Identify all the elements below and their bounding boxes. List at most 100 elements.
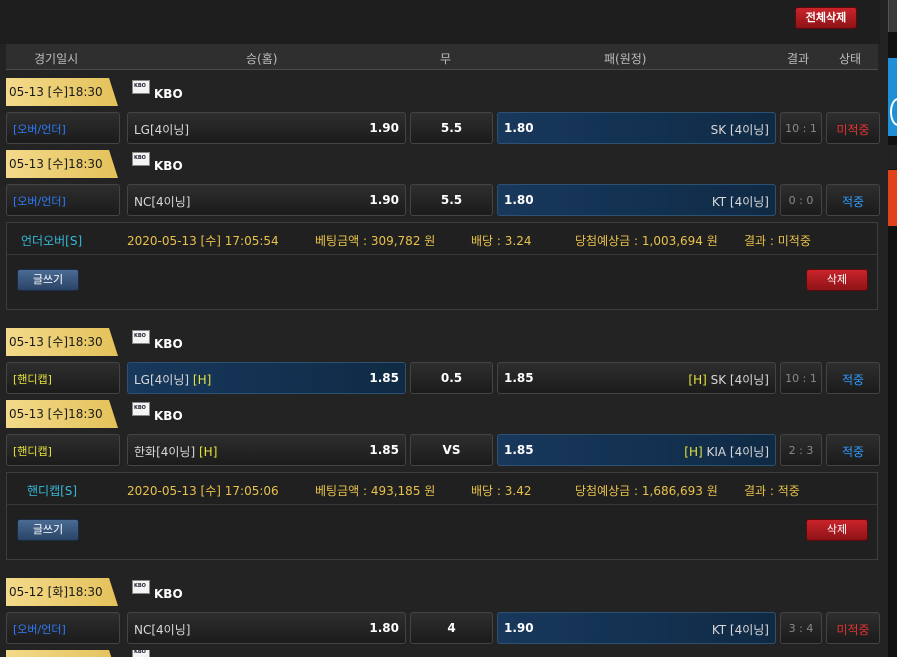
table-header: 경기일시 승(홈) 무 패(원정) 결과 상태 bbox=[6, 44, 878, 70]
home-odds: 1.85 bbox=[369, 443, 399, 457]
away-odds: 1.90 bbox=[504, 621, 534, 635]
home-odds-button[interactable]: LG[4이닝] [H] 1.85 bbox=[127, 362, 406, 394]
game-status: 적중 bbox=[826, 184, 880, 216]
league-label: KBO bbox=[132, 402, 183, 426]
away-team: [H] SK [4이닝] bbox=[688, 373, 769, 387]
away-odds: 1.85 bbox=[504, 443, 534, 457]
bet-summary: 핸디캡[S] 2020-05-13 [수] 17:05:06 베팅금액 : 49… bbox=[6, 472, 878, 560]
bet-summary: 언더오버[S] 2020-05-13 [수] 17:05:54 베팅금액 : 3… bbox=[6, 222, 878, 310]
bet-result: 결과 : 적중 bbox=[744, 484, 800, 498]
bet-amount: 베팅금액 : 309,782 원 bbox=[315, 234, 436, 248]
game-score: 0 : 0 bbox=[780, 184, 822, 216]
write-button[interactable]: 글쓰기 bbox=[17, 269, 79, 291]
league-flag-icon bbox=[132, 330, 150, 344]
league-flag-icon bbox=[132, 152, 150, 166]
bet-summary-type: 언더오버[S] bbox=[21, 234, 83, 248]
write-button[interactable]: 글쓰기 bbox=[17, 519, 79, 541]
draw-button[interactable]: 4 bbox=[410, 612, 493, 644]
bet-datetime: 2020-05-13 [수] 17:05:54 bbox=[127, 234, 279, 248]
delete-button[interactable]: 삭제 bbox=[806, 269, 868, 291]
game-date: 05-13 [수]18:30 bbox=[6, 328, 118, 356]
bet-amount: 베팅금액 : 493,185 원 bbox=[315, 484, 436, 498]
header-home: 승(홈) bbox=[246, 52, 278, 66]
draw-button[interactable]: VS bbox=[410, 434, 493, 466]
game-score: 2 : 3 bbox=[780, 434, 822, 466]
home-team: NC[4이닝] bbox=[134, 195, 191, 209]
draw-button[interactable]: 5.5 bbox=[410, 112, 493, 144]
away-team: KT [4이닝] bbox=[711, 195, 769, 209]
game-date: 05-13 [수]18:30 bbox=[6, 78, 118, 106]
home-odds-button[interactable]: LG[4이닝] 1.90 bbox=[127, 112, 406, 144]
side-banner-orange[interactable] bbox=[888, 170, 897, 226]
away-odds-button[interactable]: 1.85 [H] KIA [4이닝] bbox=[497, 434, 776, 466]
side-banner-blue[interactable] bbox=[888, 58, 897, 136]
away-odds-button[interactable]: 1.85 [H] SK [4이닝] bbox=[497, 362, 776, 394]
away-odds-button[interactable]: 1.80 KT [4이닝] bbox=[497, 184, 776, 216]
league-flag-icon bbox=[132, 402, 150, 416]
league-label-clipped bbox=[132, 650, 154, 657]
game-status: 적중 bbox=[826, 434, 880, 466]
header-away: 패(원정) bbox=[604, 52, 647, 66]
bet-expected: 당첨예상금 : 1,686,693 원 bbox=[575, 484, 718, 498]
game-status: 미적중 bbox=[826, 612, 880, 644]
delete-all-button[interactable]: 전체삭제 bbox=[795, 7, 857, 29]
game-date: 05-13 [수]18:30 bbox=[6, 150, 118, 178]
delete-button[interactable]: 삭제 bbox=[806, 519, 868, 541]
draw-button[interactable]: 0.5 bbox=[410, 362, 493, 394]
away-odds-button[interactable]: 1.90 KT [4이닝] bbox=[497, 612, 776, 644]
home-odds: 1.80 bbox=[369, 621, 399, 635]
home-odds-button[interactable]: NC[4이닝] 1.80 bbox=[127, 612, 406, 644]
away-team: SK [4이닝] bbox=[710, 123, 769, 137]
home-team: LG[4이닝] bbox=[134, 123, 190, 137]
league-label: KBO bbox=[132, 580, 183, 604]
home-team: 한화[4이닝] [H] bbox=[134, 445, 218, 459]
home-odds: 1.90 bbox=[369, 121, 399, 135]
home-odds-button[interactable]: 한화[4이닝] [H] 1.85 bbox=[127, 434, 406, 466]
away-odds: 1.80 bbox=[504, 193, 534, 207]
header-result: 결과 bbox=[787, 52, 810, 66]
home-odds: 1.85 bbox=[369, 371, 399, 385]
league-label: KBO bbox=[132, 330, 183, 354]
game-date-clipped bbox=[6, 650, 118, 657]
game-score: 3 : 4 bbox=[780, 612, 822, 644]
bet-type: [핸디캡] bbox=[6, 434, 120, 466]
game-date: 05-12 [화]18:30 bbox=[6, 578, 118, 606]
game-status: 미적중 bbox=[826, 112, 880, 144]
league-flag-icon bbox=[132, 80, 150, 94]
bet-rate: 배당 : 3.42 bbox=[471, 484, 532, 498]
bet-datetime: 2020-05-13 [수] 17:05:06 bbox=[127, 484, 279, 498]
home-odds-button[interactable]: NC[4이닝] 1.90 bbox=[127, 184, 406, 216]
league-flag-icon bbox=[132, 650, 150, 657]
header-date: 경기일시 bbox=[34, 52, 79, 66]
game-score: 10 : 1 bbox=[780, 362, 822, 394]
top-bar: 전체삭제 bbox=[0, 0, 880, 44]
bet-type: [오버/언더] bbox=[6, 612, 120, 644]
side-panel-tab[interactable] bbox=[888, 0, 897, 32]
bet-summary-line: 핸디캡[S] 2020-05-13 [수] 17:05:06 베팅금액 : 49… bbox=[7, 473, 877, 505]
away-odds-button[interactable]: 1.80 SK [4이닝] bbox=[497, 112, 776, 144]
home-odds: 1.90 bbox=[369, 193, 399, 207]
game-status: 적중 bbox=[826, 362, 880, 394]
bet-result: 결과 : 미적중 bbox=[744, 234, 811, 248]
bet-summary-line: 언더오버[S] 2020-05-13 [수] 17:05:54 베팅금액 : 3… bbox=[7, 223, 877, 255]
home-team: LG[4이닝] [H] bbox=[134, 373, 212, 387]
game-date: 05-13 [수]18:30 bbox=[6, 400, 118, 428]
bet-type: [오버/언더] bbox=[6, 112, 120, 144]
side-panel-gap bbox=[888, 145, 897, 169]
game-score: 10 : 1 bbox=[780, 112, 822, 144]
league-label: KBO bbox=[132, 152, 183, 176]
away-odds: 1.85 bbox=[504, 371, 534, 385]
header-draw: 무 bbox=[440, 52, 452, 66]
away-odds: 1.80 bbox=[504, 121, 534, 135]
league-label: KBO bbox=[132, 80, 183, 104]
league-flag-icon bbox=[132, 580, 150, 594]
bet-type: [오버/언더] bbox=[6, 184, 120, 216]
bet-expected: 당첨예상금 : 1,003,694 원 bbox=[575, 234, 718, 248]
bet-rate: 배당 : 3.24 bbox=[471, 234, 532, 248]
header-status: 상태 bbox=[839, 52, 862, 66]
draw-button[interactable]: 5.5 bbox=[410, 184, 493, 216]
away-team: [H] KIA [4이닝] bbox=[684, 445, 769, 459]
bet-summary-type: 핸디캡[S] bbox=[27, 484, 78, 498]
bet-type: [핸디캡] bbox=[6, 362, 120, 394]
home-team: NC[4이닝] bbox=[134, 623, 191, 637]
